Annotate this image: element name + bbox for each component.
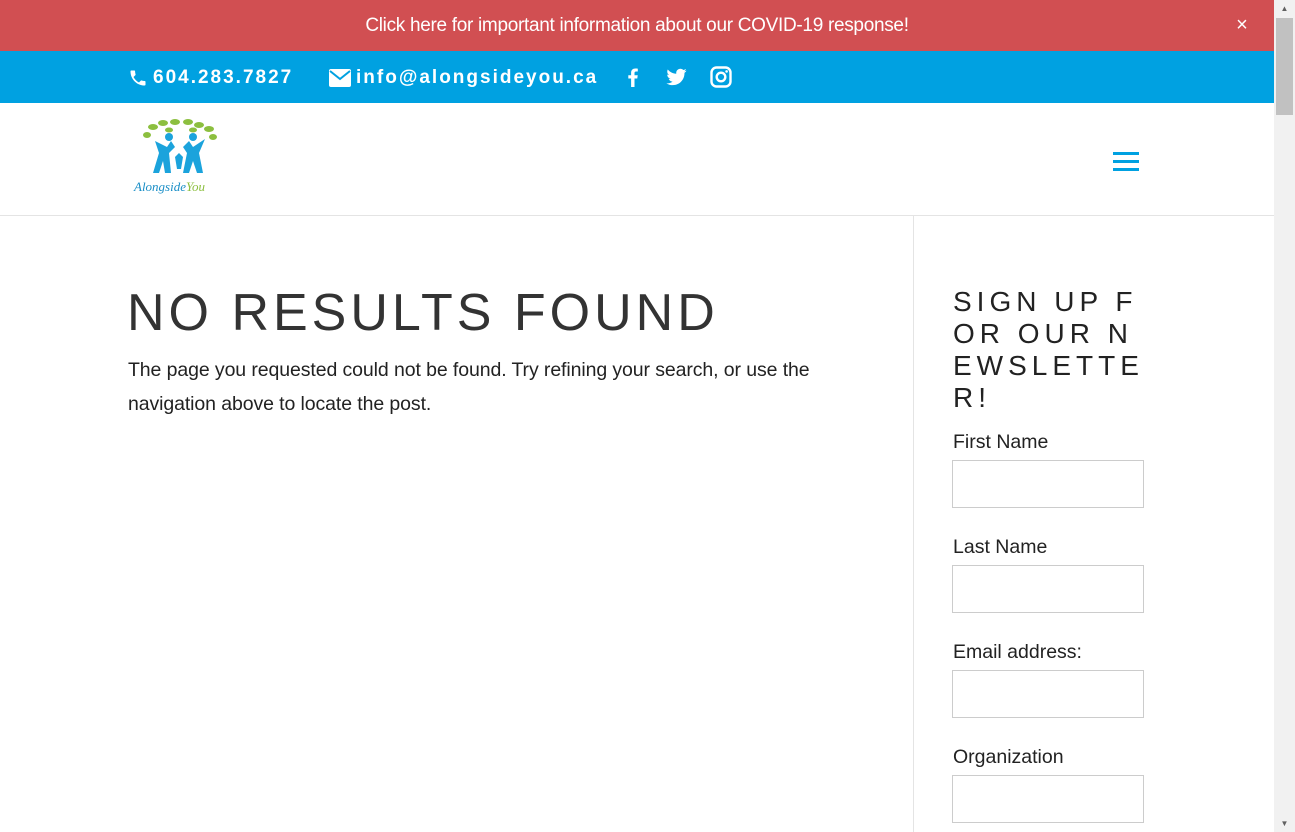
email-field[interactable]	[952, 670, 1144, 718]
scroll-up-arrow-icon[interactable]: ▲	[1274, 0, 1295, 17]
first-name-field[interactable]	[952, 460, 1144, 508]
covid-notice-bar[interactable]: Click here for important information abo…	[0, 0, 1274, 51]
last-name-field[interactable]	[952, 565, 1144, 613]
hamburger-menu-icon[interactable]	[1113, 152, 1139, 172]
logo-tree-family-icon	[143, 119, 217, 173]
covid-notice-link[interactable]: Click here for important information abo…	[0, 0, 1274, 51]
logo-wordmark[interactable]: AlongsideYou	[134, 179, 205, 195]
first-name-label: First Name	[953, 431, 1049, 453]
sidebar-divider	[913, 216, 914, 832]
phone-number[interactable]: 604.283.7827	[153, 67, 293, 89]
phone-link[interactable]: 604.283.7827	[128, 66, 293, 90]
facebook-icon[interactable]	[622, 66, 644, 88]
email-label: Email address:	[953, 641, 1082, 663]
twitter-icon[interactable]	[665, 66, 687, 88]
email-link[interactable]: info@alongsideyou.ca	[329, 66, 598, 90]
newsletter-title: SIGN UP FOR OUR NEWSLETTER!	[953, 286, 1144, 413]
logo-wordmark-accent: You	[186, 179, 206, 194]
organization-label: Organization	[953, 746, 1064, 768]
logo-wordmark-main: Alongside	[134, 179, 186, 194]
organization-field[interactable]	[952, 775, 1144, 823]
last-name-label: Last Name	[953, 536, 1048, 558]
phone-icon	[130, 70, 146, 86]
vertical-scrollbar[interactable]: ▲ ▼	[1274, 0, 1295, 832]
page-title: NO RESULTS FOUND	[127, 284, 719, 342]
page: Click here for important information abo…	[0, 0, 1274, 832]
instagram-icon[interactable]	[710, 66, 732, 88]
email-address[interactable]: info@alongsideyou.ca	[356, 67, 598, 89]
scroll-down-arrow-icon[interactable]: ▼	[1274, 815, 1295, 832]
not-found-message: The page you requested could not be foun…	[128, 359, 810, 415]
envelope-icon	[329, 69, 351, 87]
close-icon[interactable]: ×	[1231, 14, 1253, 36]
scrollbar-thumb[interactable]	[1276, 18, 1293, 115]
